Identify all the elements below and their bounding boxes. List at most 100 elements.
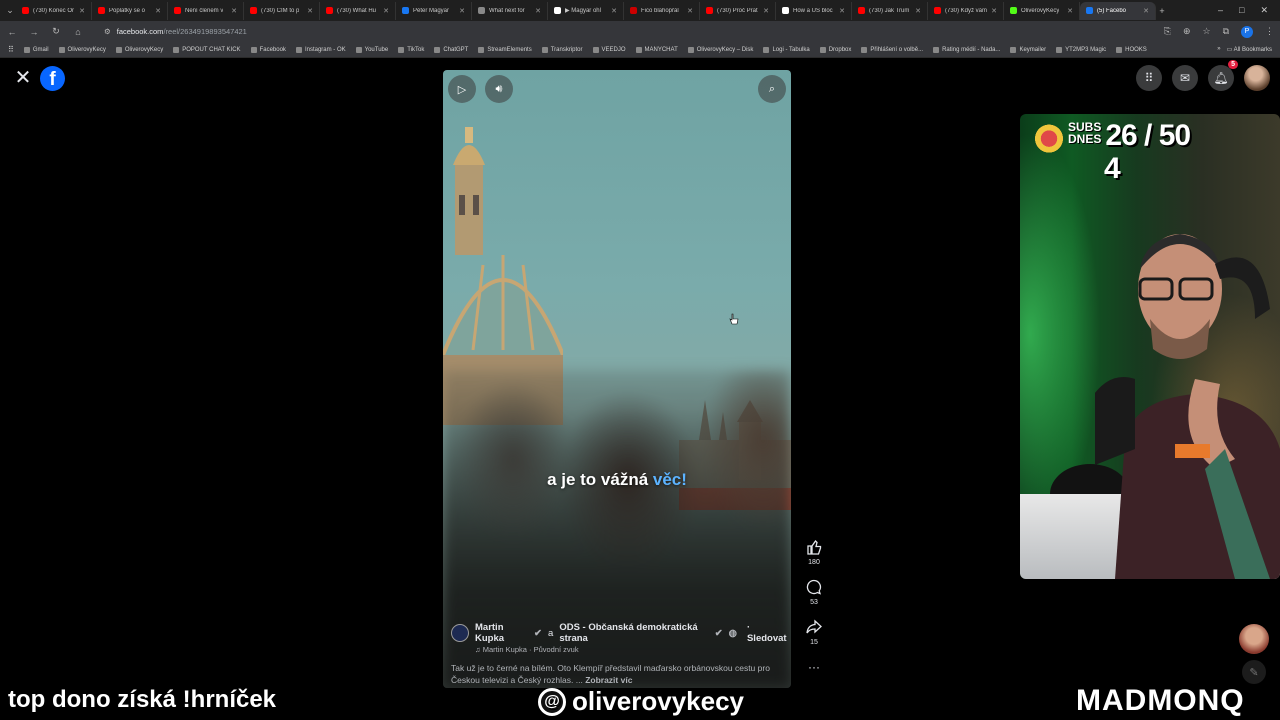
- close-window-icon[interactable]: ✕: [1260, 5, 1268, 16]
- browser-tab[interactable]: ▶ Magyar ohl ✕: [548, 1, 624, 20]
- tab-close-icon[interactable]: ✕: [839, 7, 845, 15]
- extensions-icon[interactable]: ⧉: [1223, 26, 1229, 37]
- like-icon[interactable]: [803, 536, 825, 558]
- play-button[interactable]: ▷: [448, 75, 476, 103]
- bookmark-item[interactable]: HOOKS: [1116, 46, 1147, 53]
- author-name[interactable]: Martin Kupka: [475, 622, 528, 644]
- follow-button[interactable]: · Sledovat: [747, 622, 787, 644]
- browser-tab[interactable]: Poplatky se o ✕: [92, 1, 168, 20]
- bookmark-item[interactable]: POPOUT CHAT KICK: [173, 46, 241, 53]
- browser-tab[interactable]: What next for ✕: [472, 1, 548, 20]
- install-icon[interactable]: ⎘: [1164, 26, 1171, 37]
- browser-tab[interactable]: (730) ČÍM to p ✕: [244, 1, 320, 20]
- notifications-bell-icon[interactable]: 🔔︎ 5: [1208, 60, 1238, 91]
- volume-button[interactable]: 🔊︎: [485, 75, 513, 103]
- bookmark-item[interactable]: ChatGPT: [434, 46, 468, 53]
- tab-close-icon[interactable]: ✕: [991, 7, 997, 15]
- browser-tab[interactable]: (730) What Hu ✕: [320, 1, 396, 20]
- bookmark-star-icon[interactable]: ☆: [1202, 26, 1210, 37]
- bookmarks-overflow-icon[interactable]: »: [1217, 46, 1220, 53]
- tab-close-icon[interactable]: ✕: [763, 7, 769, 15]
- tab-close-icon[interactable]: ✕: [383, 7, 389, 15]
- tab-close-icon[interactable]: ✕: [231, 7, 237, 15]
- bookmark-item[interactable]: StreamElements: [478, 46, 532, 53]
- back-icon[interactable]: ←: [6, 27, 18, 37]
- url-field[interactable]: ⚙ facebook.com/reel/2634919893547421: [104, 27, 1154, 36]
- bookmark-item[interactable]: OliverovyKecy – Disk: [687, 46, 753, 53]
- minimize-icon[interactable]: –: [1218, 5, 1223, 16]
- reel-video[interactable]: ▷ 🔊︎ ⌕ a je to vážná věc! Martin Kupka ✔…: [443, 70, 791, 688]
- bookmark-item[interactable]: TikTok: [398, 46, 424, 53]
- comment-action[interactable]: 53: [803, 576, 825, 606]
- tab-close-icon[interactable]: ✕: [459, 7, 465, 15]
- browser-tab[interactable]: (730) Jak Trum ✕: [852, 1, 928, 20]
- browser-tab[interactable]: Není členem v ✕: [168, 1, 244, 20]
- share-icon[interactable]: [803, 616, 825, 638]
- bookmark-item[interactable]: Přihlášení o volbě...: [861, 46, 923, 53]
- tab-close-icon[interactable]: ✕: [611, 7, 617, 15]
- bookmark-item[interactable]: OliverovyKecy: [115, 46, 163, 53]
- bookmark-item[interactable]: Keymailer: [1010, 46, 1046, 53]
- bookmark-item[interactable]: Rating médií - Nada...: [933, 46, 1000, 53]
- audio-row[interactable]: ♫ Martin Kupka · Původní zvuk: [475, 645, 787, 654]
- bookmark-favicon-icon: [295, 46, 302, 53]
- tab-search-icon[interactable]: ⌄: [4, 5, 16, 16]
- facebook-logo[interactable]: f: [40, 66, 65, 91]
- bookmark-item[interactable]: Instagram - OK: [295, 46, 346, 53]
- tab-label: ▶ Magyar ohl: [565, 8, 601, 14]
- coauthor-name[interactable]: ODS - Občanská demokratická strana: [559, 622, 708, 644]
- apps-icon[interactable]: ⠿: [8, 45, 14, 54]
- tab-close-icon[interactable]: ✕: [1067, 7, 1073, 15]
- tab-close-icon[interactable]: ✕: [1143, 7, 1149, 15]
- browser-tab[interactable]: (730) Proč Prat ✕: [700, 1, 776, 20]
- tab-close-icon[interactable]: ✕: [915, 7, 921, 15]
- tab-close-icon[interactable]: ✕: [687, 7, 693, 15]
- bookmark-item[interactable]: MANYCHAT: [635, 46, 678, 53]
- browser-tab[interactable]: How a US bloc ✕: [776, 1, 852, 20]
- more-action[interactable]: ···: [803, 656, 825, 678]
- browser-tab[interactable]: (5) Facebo ✕: [1080, 1, 1156, 20]
- see-more-link[interactable]: Zobrazit víc: [585, 675, 632, 685]
- browser-tab[interactable]: Fico blahopřál ✕: [624, 1, 700, 20]
- chat-contact-avatar[interactable]: [1239, 624, 1269, 654]
- maximize-icon[interactable]: □: [1239, 5, 1244, 16]
- share-action[interactable]: 15: [803, 616, 825, 646]
- bookmark-item[interactable]: Transkriptor: [541, 46, 583, 53]
- forward-icon[interactable]: →: [28, 27, 40, 37]
- menu-grid-icon[interactable]: ⠿: [1136, 65, 1162, 91]
- tab-close-icon[interactable]: ✕: [535, 7, 541, 15]
- close-icon[interactable]: ✕: [12, 67, 34, 89]
- new-message-icon[interactable]: ✎: [1242, 660, 1266, 684]
- messenger-icon[interactable]: ✉: [1172, 65, 1198, 91]
- bookmark-item[interactable]: Logi - Tabulka: [763, 46, 810, 53]
- browser-tab[interactable]: (730) Když vám ✕: [928, 1, 1004, 20]
- video-search-button[interactable]: ⌕: [758, 75, 786, 103]
- browser-menu-icon[interactable]: ⋮: [1265, 26, 1274, 37]
- bookmark-item[interactable]: Facebook: [250, 46, 286, 53]
- tab-close-icon[interactable]: ✕: [155, 7, 161, 15]
- bookmark-item[interactable]: Dropbox: [819, 46, 851, 53]
- more-icon[interactable]: ···: [803, 656, 825, 678]
- browser-tab[interactable]: Péter Magyar ✕: [396, 1, 472, 20]
- account-avatar[interactable]: [1244, 65, 1270, 91]
- browser-tab[interactable]: OliverovyKecy ✕: [1004, 1, 1080, 20]
- author-avatar[interactable]: [451, 624, 469, 642]
- bookmark-item[interactable]: YT2MP3 Magic: [1056, 46, 1106, 53]
- bookmark-item[interactable]: VEEDJO: [592, 46, 626, 53]
- tab-close-icon[interactable]: ✕: [307, 7, 313, 15]
- site-info-icon[interactable]: ⚙: [104, 27, 111, 36]
- bookmark-item[interactable]: Gmail: [23, 46, 49, 53]
- bookmark-favicon-icon: [58, 46, 65, 53]
- bookmark-item[interactable]: OliverovyKecy: [58, 46, 106, 53]
- all-bookmarks-folder[interactable]: ▭ All Bookmarks: [1227, 46, 1272, 53]
- home-icon[interactable]: ⌂: [72, 27, 84, 37]
- browser-tab[interactable]: (730) Konec Or ✕: [16, 1, 92, 20]
- zoom-icon[interactable]: ⊕: [1183, 26, 1191, 37]
- like-action[interactable]: 180: [803, 536, 825, 566]
- bookmark-item[interactable]: YouTube: [355, 46, 388, 53]
- profile-avatar[interactable]: P: [1241, 25, 1253, 38]
- tab-close-icon[interactable]: ✕: [79, 7, 85, 15]
- comment-icon[interactable]: [803, 576, 825, 598]
- reload-icon[interactable]: ↻: [50, 26, 62, 37]
- new-tab-icon[interactable]: +: [1156, 6, 1168, 16]
